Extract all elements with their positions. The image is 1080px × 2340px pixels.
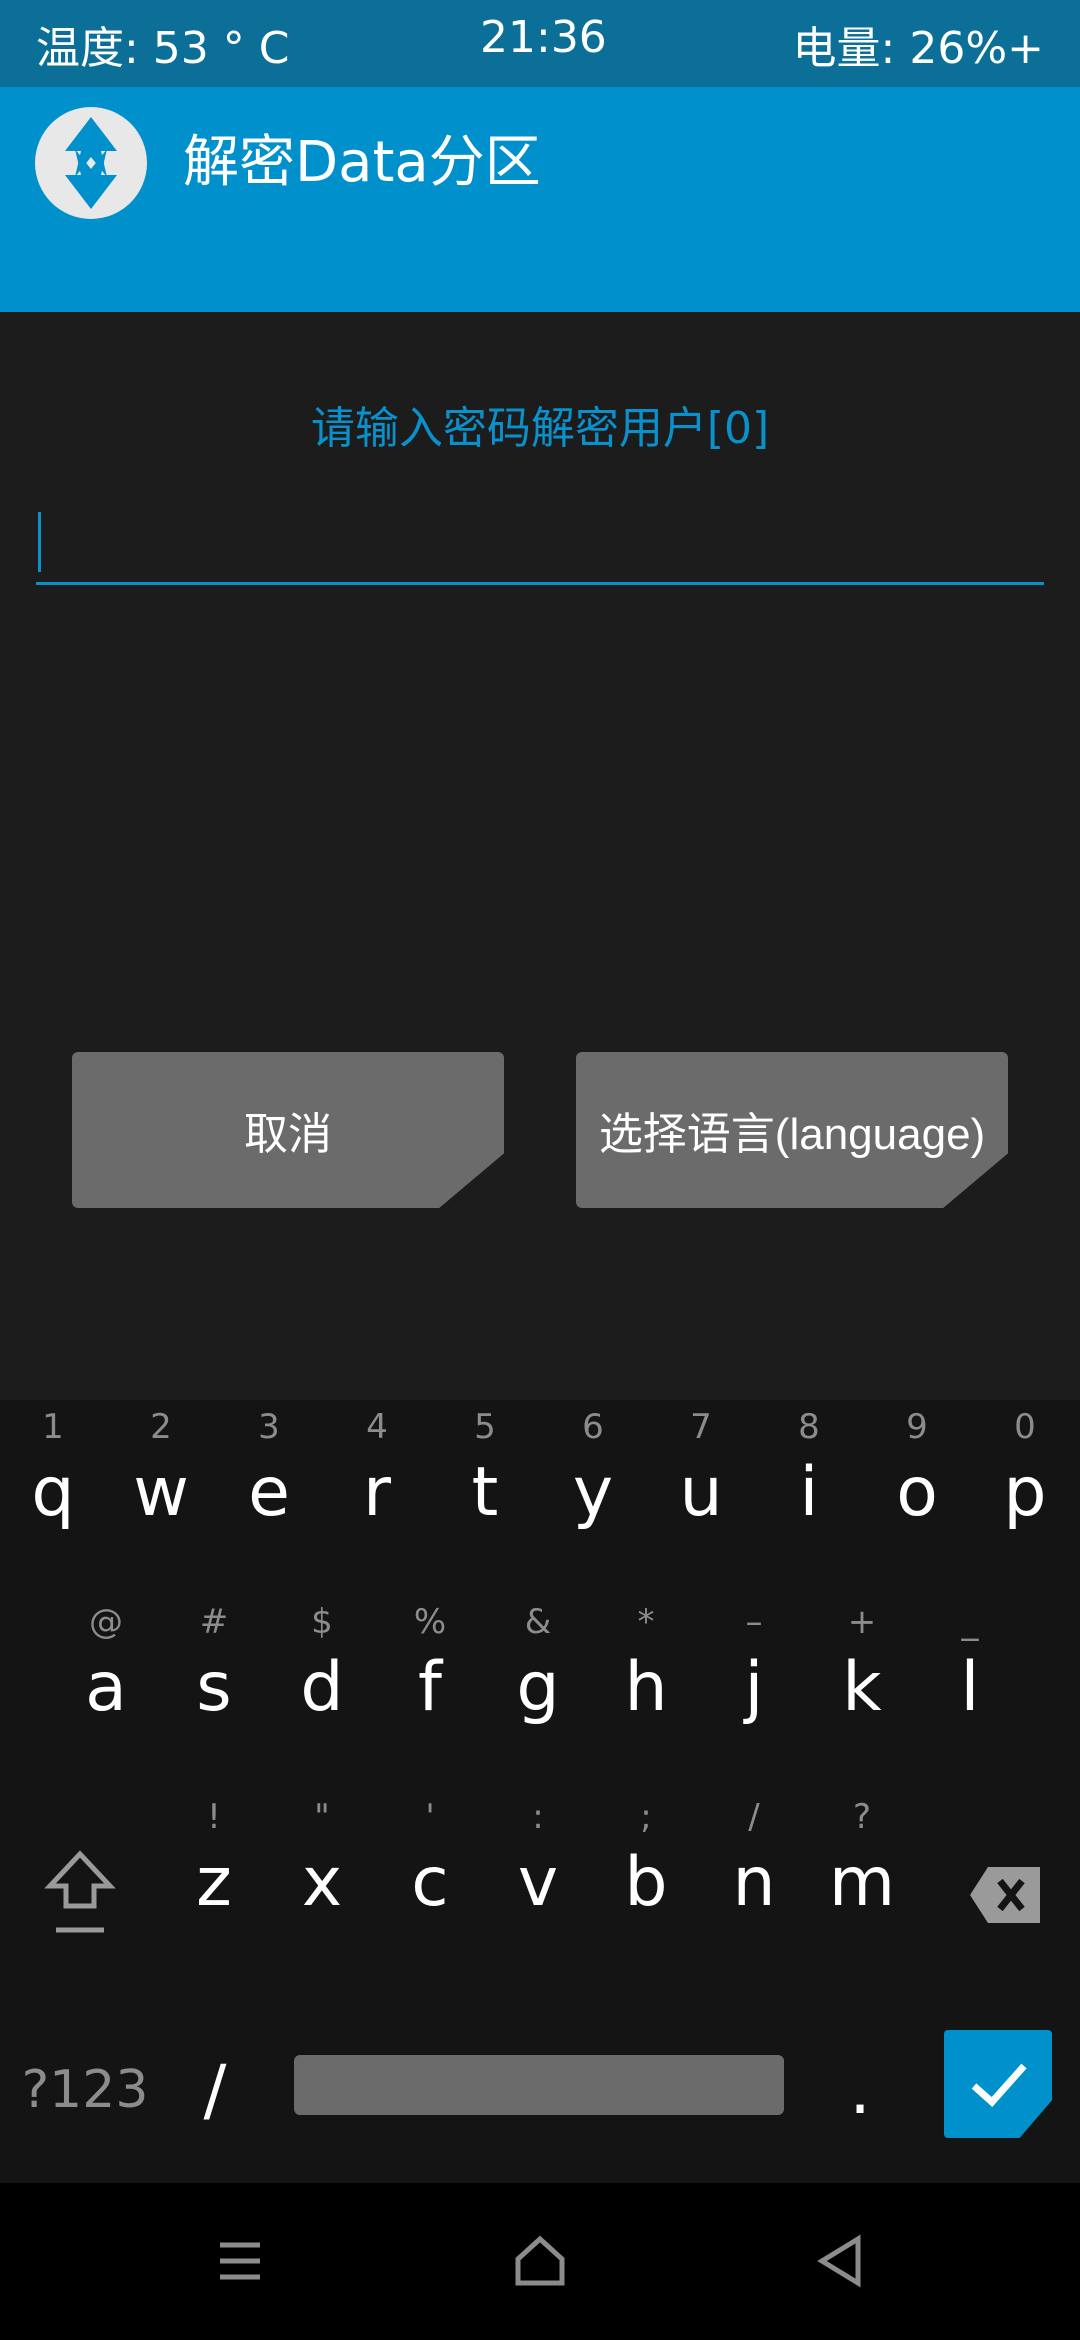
key-u[interactable]: 7u [651, 1407, 751, 1535]
slash-key[interactable]: / [170, 2040, 260, 2140]
key-i[interactable]: 8i [759, 1407, 859, 1535]
cancel-button[interactable]: 取消 [72, 1052, 504, 1208]
backspace-icon [970, 1867, 1040, 1923]
key-t[interactable]: 5t [435, 1407, 535, 1535]
text-caret [38, 512, 41, 572]
key-v[interactable]: :v [488, 1797, 588, 1925]
back-button[interactable] [800, 2221, 880, 2301]
key-w[interactable]: 2w [111, 1407, 211, 1535]
key-m[interactable]: ? m [812, 1797, 912, 1925]
key-h[interactable]: * h [596, 1602, 696, 1730]
app-header: 解密Data分区 [0, 87, 1080, 312]
navigation-bar [0, 2183, 1080, 2340]
space-bar[interactable] [294, 2055, 784, 2115]
battery-text: 电量: 26%+ [792, 23, 1044, 74]
clock-text: 21:36 [480, 12, 607, 63]
home-icon [515, 2235, 565, 2286]
key-p[interactable]: 0p [975, 1407, 1075, 1535]
on-screen-keyboard: 1q 2w 3e 4r 5t 6y 7u 8i 9o 0p @ a # s $ d %… [0, 1400, 1080, 2183]
enter-key[interactable] [944, 2030, 1052, 2138]
key-a[interactable]: @ a [56, 1602, 156, 1730]
password-prompt: 请输入密码解密用户[0] [310, 403, 770, 454]
menu-button[interactable] [200, 2221, 280, 2301]
key-c[interactable]: ' c [380, 1797, 480, 1925]
shift-icon [44, 1850, 116, 1933]
temperature-text: 温度: 53 ° C [36, 23, 290, 74]
period-key[interactable]: . [815, 2040, 905, 2140]
key-y[interactable]: 6y [543, 1407, 643, 1535]
key-s[interactable]: # s [164, 1602, 264, 1730]
key-x[interactable]: " x [272, 1797, 372, 1925]
back-icon [817, 2234, 861, 2288]
symbols-key[interactable]: ?123 [10, 2040, 160, 2140]
checkmark-icon [971, 2063, 1027, 2107]
key-k[interactable]: + k [812, 1602, 912, 1730]
key-l[interactable]: _ l [920, 1602, 1020, 1730]
key-j[interactable]: – j [704, 1602, 804, 1730]
backspace-key[interactable] [950, 1855, 1050, 1935]
shift-key[interactable] [30, 1840, 130, 1950]
status-bar: 温度: 53 ° C 21:36 电量: 26%+ [0, 0, 1080, 87]
key-r[interactable]: 4r [327, 1407, 427, 1535]
key-o[interactable]: 9o [867, 1407, 967, 1535]
twrp-logo-icon [35, 107, 147, 219]
home-button[interactable] [500, 2221, 580, 2301]
password-input[interactable] [36, 497, 1044, 585]
key-d[interactable]: $ d [272, 1602, 372, 1730]
page-title: 解密Data分区 [183, 130, 541, 195]
key-n[interactable]: / n [704, 1797, 804, 1925]
key-g[interactable]: & g [488, 1602, 588, 1730]
decrypt-content: 请输入密码解密用户[0] 取消 选择语言(language) [0, 312, 1080, 1400]
key-b[interactable]: ; b [596, 1797, 696, 1925]
menu-icon [220, 2242, 260, 2280]
key-q[interactable]: 1q [3, 1407, 103, 1535]
key-f[interactable]: % f [380, 1602, 480, 1730]
key-z[interactable]: ! z [164, 1797, 264, 1925]
key-e[interactable]: 3e [219, 1407, 319, 1535]
select-language-button[interactable]: 选择语言(language) [576, 1052, 1008, 1208]
